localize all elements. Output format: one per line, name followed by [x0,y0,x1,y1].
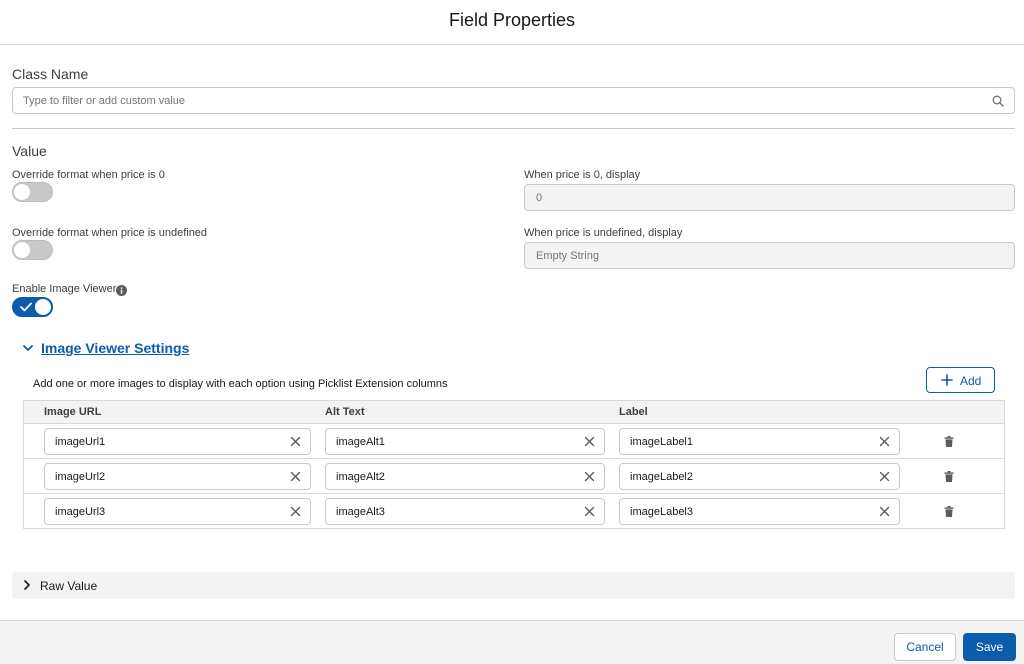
image-viewer-label: Enable Image Viewer [12,283,117,295]
image-viewer-settings-title[interactable]: Image Viewer Settings [41,340,189,356]
class-name-combobox[interactable] [12,87,1015,114]
alt-text-field[interactable] [325,428,605,455]
close-icon[interactable] [879,471,890,482]
label-input[interactable] [630,469,850,485]
override-zero-label: Override format when price is 0 [12,169,165,181]
image-viewer-toggle[interactable] [12,297,53,317]
label-field[interactable] [619,498,900,525]
alt-text-input[interactable] [336,469,556,485]
section-divider [12,128,1015,129]
undefined-display-field: Empty String [524,242,1015,269]
close-icon[interactable] [290,471,301,482]
table-row [24,424,1004,459]
save-button[interactable]: Save [963,633,1016,661]
zero-display-label: When price is 0, display [524,169,641,181]
table-header: Image URL Alt Text Label [24,401,1004,424]
value-label: Value [12,143,47,159]
image-url-input[interactable] [55,469,275,485]
raw-value-title: Raw Value [40,579,98,593]
override-zero-toggle[interactable] [12,182,53,202]
override-undefined-toggle[interactable] [12,240,53,260]
trash-icon[interactable] [944,471,954,482]
close-icon[interactable] [584,506,595,517]
image-url-field[interactable] [44,428,311,455]
alt-text-field[interactable] [325,463,605,490]
raw-value-section-toggle[interactable]: Raw Value [12,572,1015,599]
label-field[interactable] [619,463,900,490]
image-url-field[interactable] [44,498,311,525]
info-icon[interactable] [116,285,127,296]
label-input[interactable] [630,504,850,520]
close-icon[interactable] [584,471,595,482]
close-icon[interactable] [290,506,301,517]
check-icon [20,302,32,312]
modal-footer: Cancel Save [0,620,1024,664]
label-field[interactable] [619,428,900,455]
undefined-display-value: Empty String [536,250,599,262]
chevron-down-icon [23,345,33,351]
image-table: Image URL Alt Text Label [23,400,1005,529]
alt-text-input[interactable] [336,504,556,520]
cancel-button[interactable]: Cancel [894,633,956,661]
undefined-display-label: When price is undefined, display [524,227,683,239]
add-image-button[interactable]: Add [926,367,995,393]
image-url-input[interactable] [55,434,275,450]
image-url-field[interactable] [44,463,311,490]
column-header-alt-text: Alt Text [325,406,365,418]
toggle-knob [35,299,51,315]
image-url-input[interactable] [55,504,275,520]
trash-icon[interactable] [944,436,954,447]
chevron-right-icon [24,580,30,590]
image-viewer-description: Add one or more images to display with e… [33,378,448,390]
modal-header: Field Properties [0,0,1024,45]
override-undefined-label: Override format when price is undefined [12,227,208,239]
modal-title: Field Properties [448,10,576,30]
column-header-image-url: Image URL [44,406,102,418]
column-header-label: Label [619,406,648,418]
class-name-input[interactable] [23,93,983,109]
toggle-knob [14,184,30,200]
alt-text-field[interactable] [325,498,605,525]
table-row [24,459,1004,494]
zero-display-field: 0 [524,184,1015,211]
image-viewer-settings-toggle[interactable]: Image Viewer Settings [22,340,222,358]
table-row [24,494,1004,529]
class-name-label: Class Name [12,66,89,82]
close-icon[interactable] [879,506,890,517]
close-icon[interactable] [879,436,890,447]
trash-icon[interactable] [944,506,954,517]
search-icon [992,95,1004,107]
zero-display-value: 0 [536,192,543,204]
plus-icon [941,374,953,386]
toggle-knob [14,242,30,258]
alt-text-input[interactable] [336,434,556,450]
close-icon[interactable] [290,436,301,447]
close-icon[interactable] [584,436,595,447]
add-image-label: Add [960,374,982,388]
label-input[interactable] [630,434,850,450]
